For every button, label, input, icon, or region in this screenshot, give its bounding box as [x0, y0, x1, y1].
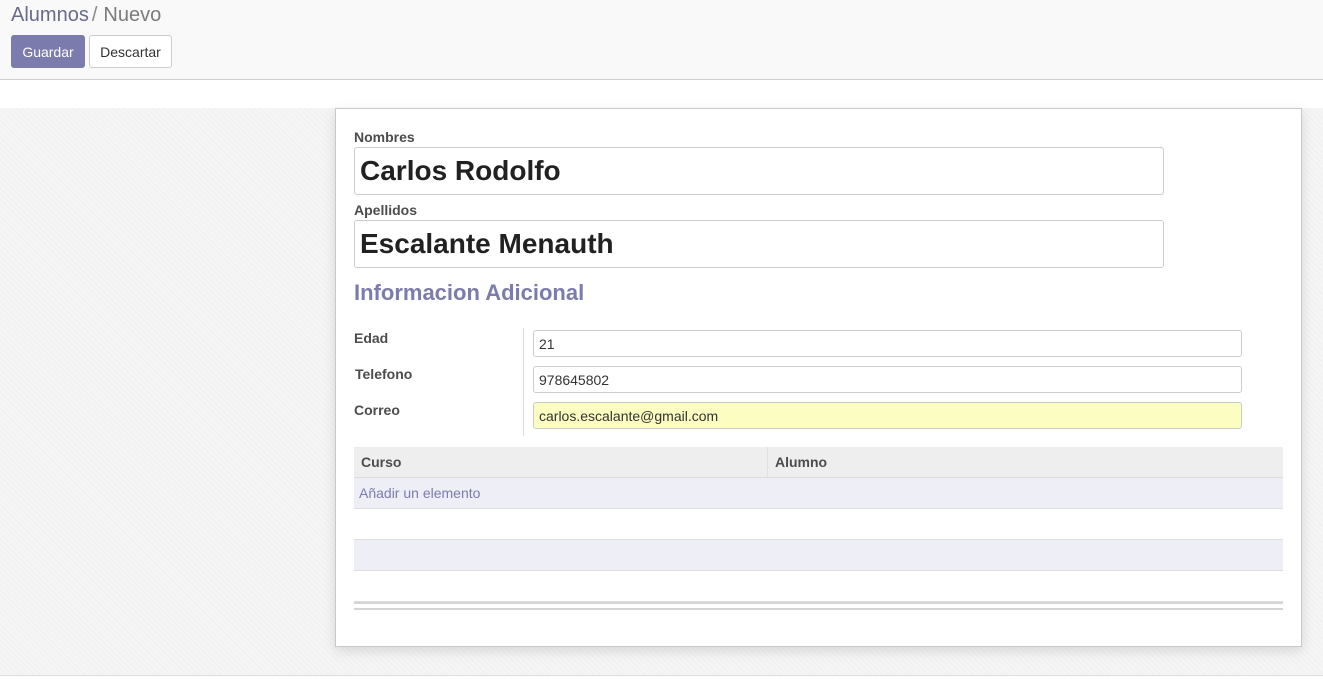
- table-header: Curso Alumno: [354, 447, 1283, 478]
- correo-label: Correo: [354, 402, 400, 418]
- save-button[interactable]: Guardar: [11, 35, 85, 68]
- edad-label: Edad: [354, 330, 389, 346]
- column-header-alumno[interactable]: Alumno: [768, 447, 834, 477]
- breadcrumb-separator: /: [91, 4, 98, 26]
- apellidos-label: Apellidos: [354, 202, 418, 218]
- breadcrumb-parent-link[interactable]: Alumnos: [11, 4, 89, 26]
- table-row: [354, 540, 1283, 571]
- form-sheet: Nombres Apellidos Informacion Adicional …: [335, 108, 1302, 647]
- correo-input[interactable]: [533, 402, 1242, 429]
- group-separator: [523, 328, 524, 436]
- edad-input[interactable]: [533, 330, 1242, 357]
- column-header-curso[interactable]: Curso: [354, 447, 768, 477]
- add-line-link[interactable]: Añadir un elemento: [354, 478, 1283, 508]
- table-row: [354, 509, 1283, 540]
- table-footer: [354, 602, 1283, 610]
- section-title: Informacion Adicional: [354, 280, 585, 305]
- bottom-divider: [0, 675, 1323, 676]
- cursos-table: Curso Alumno Añadir un elemento: [354, 447, 1283, 610]
- nombres-label: Nombres: [354, 129, 415, 145]
- telefono-label: Telefono: [355, 366, 413, 382]
- breadcrumb-current: Nuevo: [103, 4, 162, 26]
- discard-button[interactable]: Descartar: [89, 35, 172, 68]
- apellidos-input[interactable]: [354, 220, 1164, 268]
- table-row: [354, 571, 1283, 602]
- telefono-input[interactable]: [533, 366, 1242, 393]
- table-row: Añadir un elemento: [354, 478, 1283, 509]
- control-panel: Alumnos / Nuevo Guardar Descartar: [0, 0, 1323, 80]
- breadcrumb: Alumnos / Nuevo: [11, 4, 161, 27]
- nombres-input[interactable]: [354, 147, 1164, 195]
